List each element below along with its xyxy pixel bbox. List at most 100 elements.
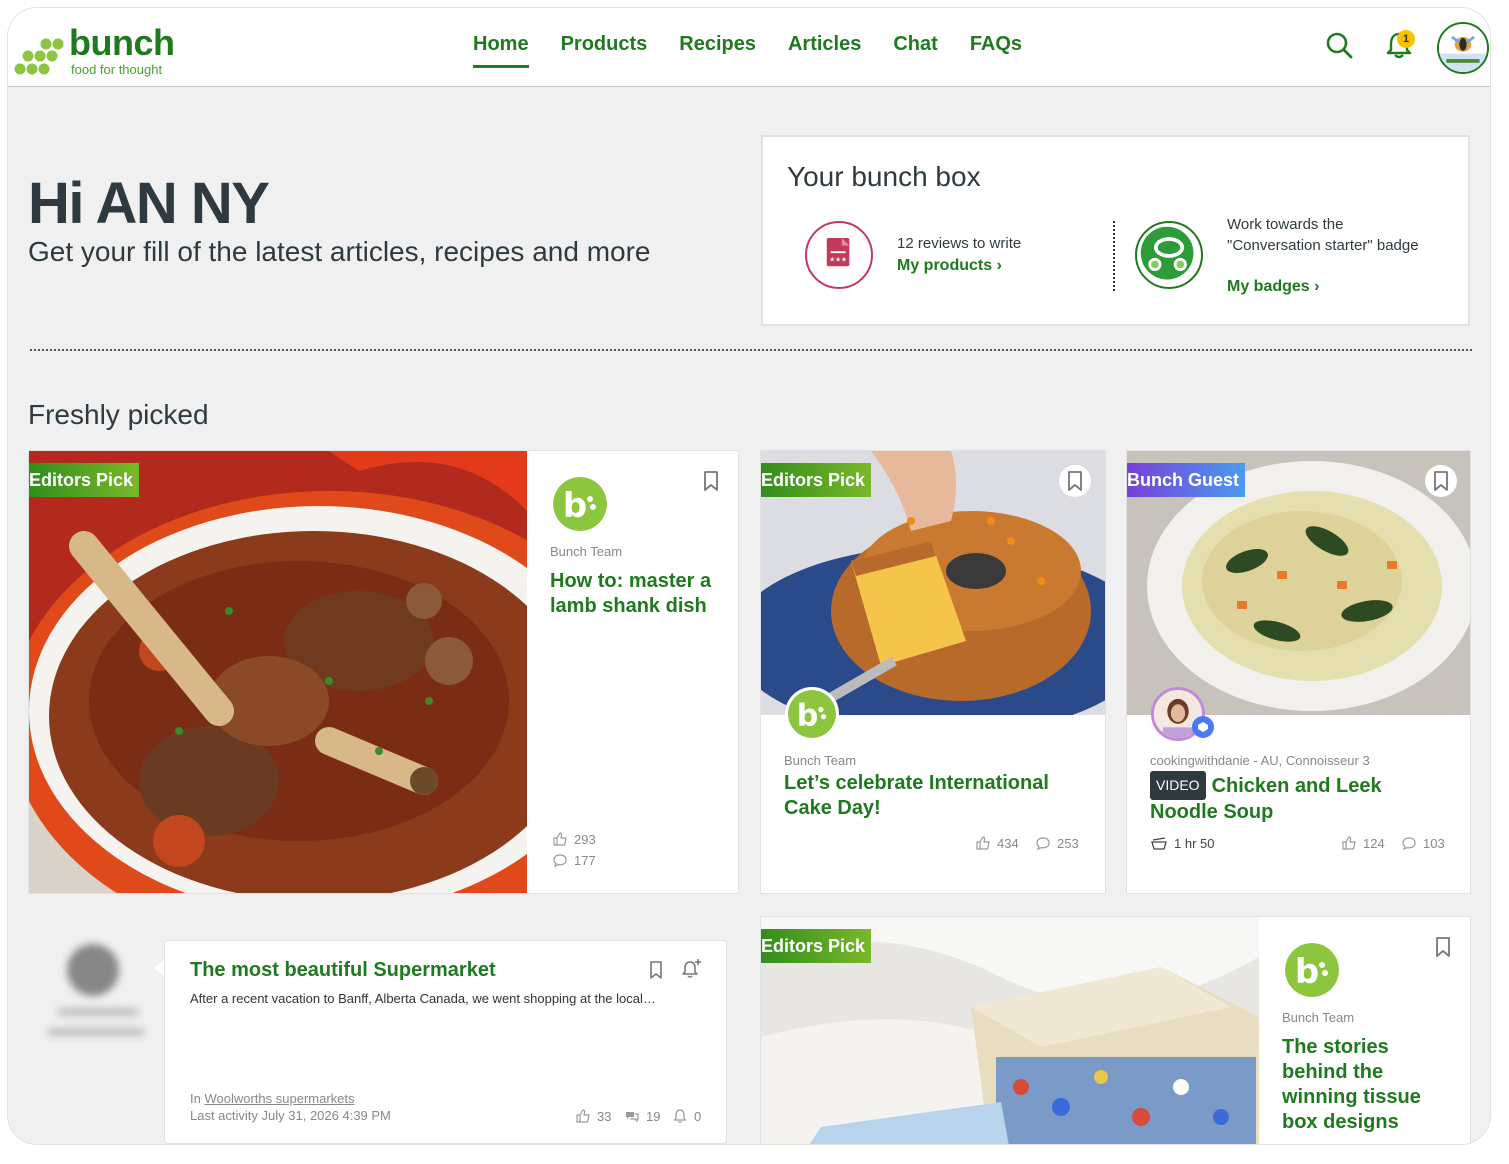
nav-products[interactable]: Products <box>561 33 648 64</box>
review-document-icon: ★★★ <box>805 221 873 289</box>
user-avatar[interactable] <box>1437 22 1489 74</box>
article-card-cake-day[interactable]: Editors Pick b Bunch Team Let’s celebrat… <box>760 450 1106 894</box>
card-title[interactable]: The stories behind the winning tissue bo… <box>1282 1035 1447 1135</box>
card-author: cookingwithdanie - AU, Connoisseur 3 <box>1150 753 1370 768</box>
bookmark-icon[interactable] <box>695 465 727 497</box>
top-header: bunch food for thought Home Products Rec… <box>8 8 1490 87</box>
likes-count: 124 <box>1341 835 1385 851</box>
likes-count: 33 <box>575 1108 611 1124</box>
avatar-image <box>1439 24 1487 72</box>
grapes-icon <box>14 38 64 75</box>
discussion-title[interactable]: The most beautiful Supermarket <box>190 959 496 982</box>
likes-value: 293 <box>574 831 596 847</box>
app-frame: bunch food for thought Home Products Rec… <box>7 7 1491 1145</box>
notification-badge: 1 <box>1397 30 1415 48</box>
main-nav: Home Products Recipes Articles Chat FAQs <box>473 33 1054 68</box>
followers-value: 0 <box>694 1108 702 1124</box>
editors-pick-ribbon: Editors Pick <box>761 929 872 963</box>
freshly-picked-title: Freshly picked <box>28 399 209 430</box>
recipe-card-chicken-leek-soup[interactable]: Bunch Guest cookingwithdanie - AU, Conno… <box>1126 450 1471 894</box>
last-activity: Last activity July 31, 2026 4:39 PM <box>190 1108 391 1123</box>
svg-text:b: b <box>797 699 819 734</box>
comments-count: 103 <box>1401 835 1445 851</box>
svg-text:★★★: ★★★ <box>829 256 847 264</box>
comment-icon <box>1402 837 1416 851</box>
my-products-link[interactable]: My products › <box>897 257 1002 275</box>
bookmark-icon[interactable] <box>1425 465 1457 497</box>
cook-time-value: 1 hr 50 <box>1174 835 1215 851</box>
comments-value: 177 <box>574 852 596 868</box>
article-card-tissue-box[interactable]: Editors Pick b Bunch Team The stories be… <box>760 916 1471 1144</box>
my-badges-label: My badges <box>1227 278 1310 295</box>
section-divider <box>30 349 1472 351</box>
guest-badge-icon <box>1192 716 1214 738</box>
thumbs-up-icon <box>976 836 990 850</box>
comment-icon <box>1036 837 1050 851</box>
group-prefix: In <box>190 1091 205 1106</box>
greeting-title: Hi AN NY <box>28 171 270 236</box>
bell-icon <box>673 1109 687 1123</box>
thumbs-up-icon <box>553 832 567 846</box>
box-divider <box>1113 221 1115 291</box>
bunch-team-avatar: b <box>553 477 607 531</box>
search-icon[interactable] <box>1324 30 1354 60</box>
conversation-badge-icon <box>1135 221 1203 289</box>
nav-recipes[interactable]: Recipes <box>679 33 756 64</box>
bunch-box-panel: Your bunch box ★★★ 12 reviews to write M… <box>761 135 1470 326</box>
my-products-label: My products <box>897 257 993 274</box>
nav-articles[interactable]: Articles <box>788 33 861 64</box>
bookmark-icon[interactable] <box>1059 465 1091 497</box>
comments-value: 103 <box>1423 835 1445 851</box>
chevron-right-icon: › <box>996 257 1002 274</box>
bookmark-icon[interactable] <box>1427 931 1459 963</box>
likes-count: 293 <box>552 831 596 847</box>
bunch-team-avatar: b <box>1285 943 1339 997</box>
thumbs-up-icon <box>1342 836 1356 850</box>
followers-count: 0 <box>672 1108 701 1124</box>
logo-wordmark: bunch <box>69 22 175 63</box>
nav-faqs[interactable]: FAQs <box>970 33 1022 64</box>
article-card-lamb-shank[interactable]: Editors Pick b Bunch Team How to: master… <box>28 450 739 894</box>
card-title[interactable]: Let’s celebrate International Cake Day! <box>784 771 1084 821</box>
comment-icon <box>553 854 567 868</box>
likes-count: 434 <box>975 835 1019 851</box>
likes-value: 33 <box>597 1108 612 1124</box>
card-author: Bunch Team <box>1282 1010 1355 1025</box>
comments-value: 253 <box>1057 835 1079 851</box>
video-badge: VIDEO <box>1150 771 1206 800</box>
svg-text:b: b <box>563 486 587 526</box>
discussion-card[interactable]: The most beautiful Supermarket After a r… <box>164 940 727 1144</box>
editors-pick-ribbon: Editors Pick <box>761 463 872 497</box>
blurred-poster-avatar <box>48 938 148 1048</box>
follow-bell-icon[interactable] <box>677 955 705 983</box>
lamb-shank-image <box>29 451 527 893</box>
nav-home[interactable]: Home <box>473 33 529 68</box>
my-badges-link[interactable]: My badges › <box>1227 278 1319 296</box>
chevron-right-icon: › <box>1314 278 1320 295</box>
nav-chat[interactable]: Chat <box>893 33 937 64</box>
logo-tagline: food for thought <box>71 62 163 77</box>
card-author: Bunch Team <box>784 753 857 768</box>
editors-pick-ribbon: Editors Pick <box>29 463 140 497</box>
bunch-logo[interactable]: bunch food for thought <box>12 22 192 78</box>
bunch-team-avatar: b <box>785 687 839 741</box>
greeting-subtitle: Get your fill of the latest articles, re… <box>28 236 651 267</box>
bunch-guest-ribbon: Bunch Guest <box>1127 463 1246 497</box>
thumbs-up-icon <box>576 1109 590 1123</box>
card-title[interactable]: How to: master a lamb shank dish <box>550 569 725 619</box>
replies-value: 19 <box>646 1108 661 1124</box>
replies-icon <box>626 1112 639 1123</box>
bookmark-icon[interactable] <box>643 957 669 983</box>
card-title[interactable]: VIDEO Chicken and Leek Noodle Soup <box>1150 771 1450 825</box>
comments-count: 177 <box>552 852 596 868</box>
replies-count: 19 <box>624 1108 660 1124</box>
likes-value: 124 <box>1363 835 1385 851</box>
cook-time: 1 hr 50 <box>1150 835 1214 851</box>
likes-value: 434 <box>997 835 1019 851</box>
bunch-box-title: Your bunch box <box>787 161 981 192</box>
group-link[interactable]: Woolworths supermarkets <box>204 1091 354 1106</box>
discussion-excerpt: After a recent vacation to Banff, Albert… <box>190 991 656 1006</box>
badge-progress-text: Work towards the "Conversation starter" … <box>1227 216 1419 254</box>
svg-text:b: b <box>1295 952 1319 992</box>
reviews-count-text: 12 reviews to write <box>897 235 1022 252</box>
